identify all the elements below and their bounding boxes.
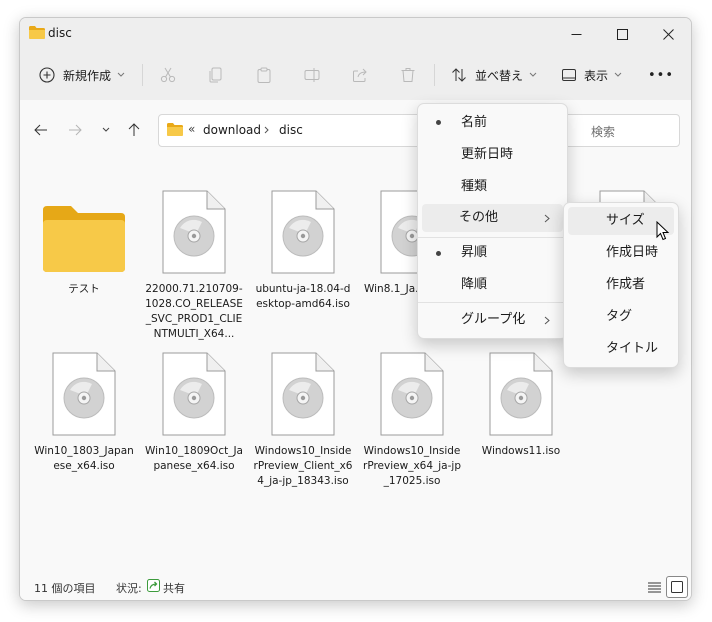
file-item[interactable]: Windows10_InsiderPreview_x64_ja-jp_17025… <box>362 348 462 489</box>
new-button[interactable]: 新規作成 <box>39 50 125 100</box>
sort-menu-item-ascending[interactable]: 昇順 <box>418 239 567 267</box>
view-label: 表示 <box>584 68 609 83</box>
file-item[interactable]: ubuntu-ja-18.04-desktop-amd64.iso <box>253 186 353 312</box>
sort-arrows-icon <box>452 68 466 82</box>
toolbar-divider <box>142 64 143 86</box>
sort-menu-item-descending[interactable]: 降順 <box>418 271 567 299</box>
chevron-down-icon <box>117 72 125 77</box>
submenu-item-tags[interactable]: タグ <box>564 303 678 331</box>
file-item[interactable]: Win10_1809Oct_Japanese_x64.iso <box>144 348 244 474</box>
search-placeholder: 検索 <box>591 125 616 139</box>
sort-menu-item-more[interactable]: その他 <box>422 204 563 232</box>
back-arrow-icon[interactable] <box>34 124 48 136</box>
window-title: disc <box>48 26 72 40</box>
large-icons-view-button[interactable] <box>666 576 688 598</box>
sort-menu-item-type[interactable]: 種類 <box>418 173 567 201</box>
delete-button[interactable] <box>400 50 416 100</box>
cut-button[interactable] <box>160 50 176 100</box>
share-button[interactable] <box>352 50 368 100</box>
folder-icon <box>167 123 183 136</box>
submenu-item-author[interactable]: 作成者 <box>564 271 678 299</box>
large-icons-view-icon <box>671 581 683 593</box>
chevron-right-icon <box>544 214 550 223</box>
folder-icon <box>43 206 125 272</box>
minimize-button[interactable] <box>553 18 599 50</box>
forward-arrow-icon[interactable] <box>68 124 82 136</box>
sort-menu: 名前 更新日時 種類 その他 昇順 降順 グループ化 <box>417 103 568 339</box>
details-view-icon[interactable] <box>648 581 661 593</box>
scissors-icon <box>160 67 176 83</box>
file-item[interactable]: Win10_1803_Japanese_x64.iso <box>34 348 134 474</box>
sort-button[interactable]: 並べ替え <box>451 50 537 100</box>
sort-menu-item-group-by[interactable]: グループ化 <box>418 306 567 334</box>
file-name: 22000.71.210709-1028.CO_RELEASE_SVC_PROD… <box>145 283 243 340</box>
file-name: テスト <box>68 283 100 295</box>
chevron-down-icon <box>529 72 537 77</box>
trash-icon <box>401 68 415 82</box>
recent-locations-chevron-icon[interactable] <box>102 127 110 133</box>
submenu-item-created[interactable]: 作成日時 <box>564 239 678 267</box>
copy-button[interactable] <box>208 50 224 100</box>
folder-icon <box>29 26 45 39</box>
search-box[interactable]: 検索 <box>560 114 680 147</box>
maximize-button[interactable] <box>599 18 645 50</box>
item-count: 11 個の項目 <box>34 582 96 595</box>
folder-item[interactable]: テスト <box>34 186 134 297</box>
more-options-button[interactable]: ••• <box>648 50 674 100</box>
close-icon <box>662 28 674 40</box>
sort-menu-item-name[interactable]: 名前 <box>418 109 567 137</box>
new-label: 新規作成 <box>63 68 112 83</box>
breadcrumb-item[interactable]: download <box>203 123 261 137</box>
shared-icon <box>147 579 160 592</box>
view-layout-icon <box>562 69 576 81</box>
navigation-bar: « download disc 検索 <box>20 100 691 158</box>
toolbar-divider <box>434 64 435 86</box>
submenu-item-title[interactable]: タイトル <box>564 335 678 363</box>
file-item[interactable]: Windows11.iso <box>471 348 571 459</box>
copy-icon <box>209 67 222 83</box>
file-name: Windows10_InsiderPreview_x64_ja-jp_17025… <box>363 445 461 487</box>
more-options-icon: ••• <box>648 67 675 83</box>
disc-image-icon <box>271 352 335 436</box>
disc-image-icon <box>52 352 116 436</box>
chevron-right-icon <box>264 126 269 134</box>
up-arrow-icon[interactable] <box>128 123 140 137</box>
file-name: Win10_1809Oct_Japanese_x64.iso <box>145 445 243 472</box>
view-button[interactable]: 表示 <box>562 50 622 100</box>
close-button[interactable] <box>645 18 691 50</box>
disc-image-icon <box>489 352 553 436</box>
file-item[interactable]: 22000.71.210709-1028.CO_RELEASE_SVC_PROD… <box>144 186 244 342</box>
menu-divider <box>418 237 567 238</box>
sort-label: 並べ替え <box>475 68 524 83</box>
disc-image-icon <box>380 352 444 436</box>
disc-image-icon <box>271 190 335 274</box>
sort-menu-item-modified[interactable]: 更新日時 <box>418 141 567 169</box>
file-name: Windows11.iso <box>481 445 561 457</box>
rename-button[interactable] <box>304 50 320 100</box>
plus-circle-icon <box>39 67 55 83</box>
mouse-pointer-icon <box>656 221 670 241</box>
rename-icon <box>304 68 320 82</box>
breadcrumb-item[interactable]: disc <box>279 123 303 137</box>
disc-image-icon <box>162 352 226 436</box>
share-icon <box>353 68 367 82</box>
disc-image-icon <box>162 190 226 274</box>
file-name: ubuntu-ja-18.04-desktop-amd64.iso <box>255 283 351 310</box>
paste-button[interactable] <box>256 50 272 100</box>
menu-divider <box>418 302 567 303</box>
chevron-right-icon <box>544 316 550 325</box>
file-item[interactable]: Windows10_InsiderPreview_Client_x64_ja-j… <box>253 348 353 489</box>
status-bar: 11 個の項目 状況: 共有 <box>20 574 691 600</box>
title-bar: disc <box>20 18 691 50</box>
file-name: Win10_1803_Japanese_x64.iso <box>34 445 134 472</box>
status-label: 状況: <box>116 582 142 595</box>
chevron-down-icon <box>614 72 622 77</box>
paste-icon <box>257 67 271 83</box>
overflow-breadcrumb[interactable]: « <box>188 122 195 136</box>
minimize-icon <box>571 33 581 35</box>
maximize-icon <box>616 28 628 40</box>
command-bar: 新規作成 並べ替え 表示 ••• <box>20 50 691 101</box>
file-name: Windows10_InsiderPreview_Client_x64_ja-j… <box>253 445 353 487</box>
status-value: 共有 <box>163 582 185 595</box>
